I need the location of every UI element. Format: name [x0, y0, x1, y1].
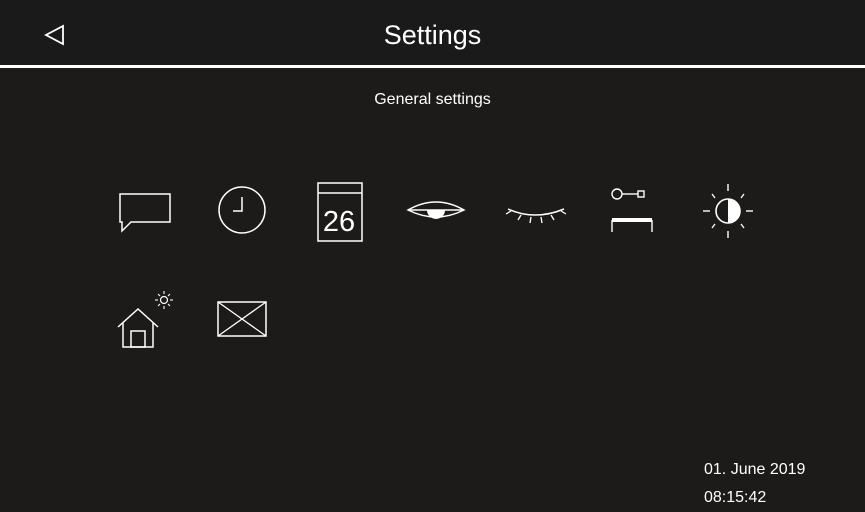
- brightness-setting-button[interactable]: [692, 178, 764, 244]
- clock-icon: [218, 186, 266, 234]
- date-setting-button[interactable]: 26: [304, 178, 376, 248]
- time-setting-button[interactable]: [206, 178, 278, 242]
- status-datetime: 01. June 2019 08:15:42: [704, 456, 805, 512]
- back-triangle-icon: [44, 24, 64, 46]
- display-visible-setting-button[interactable]: [400, 182, 472, 246]
- section-title: General settings: [374, 91, 491, 108]
- eye-closed-icon: [505, 208, 567, 224]
- header-divider: [0, 65, 865, 68]
- house-sun-icon: [117, 291, 173, 348]
- current-time: 08:15:42: [704, 489, 767, 506]
- door-opener-setting-button[interactable]: [596, 178, 668, 242]
- speech-bubble-icon: [119, 193, 171, 233]
- calendar-icon: 26: [317, 182, 363, 242]
- current-date: 01. June 2019: [704, 461, 806, 478]
- back-button[interactable]: [38, 18, 72, 52]
- header-bar: [0, 0, 865, 65]
- display-sleep-setting-button[interactable]: [499, 182, 571, 246]
- calendar-day: 26: [323, 206, 355, 238]
- envelope-icon: [217, 301, 267, 337]
- house-setting-button[interactable]: [109, 287, 181, 353]
- brightness-icon: [703, 184, 753, 238]
- eye-open-icon: [406, 201, 466, 219]
- key-door-icon: [611, 188, 653, 232]
- messages-mail-setting-button[interactable]: [206, 287, 278, 351]
- messages-setting-button[interactable]: [109, 178, 181, 242]
